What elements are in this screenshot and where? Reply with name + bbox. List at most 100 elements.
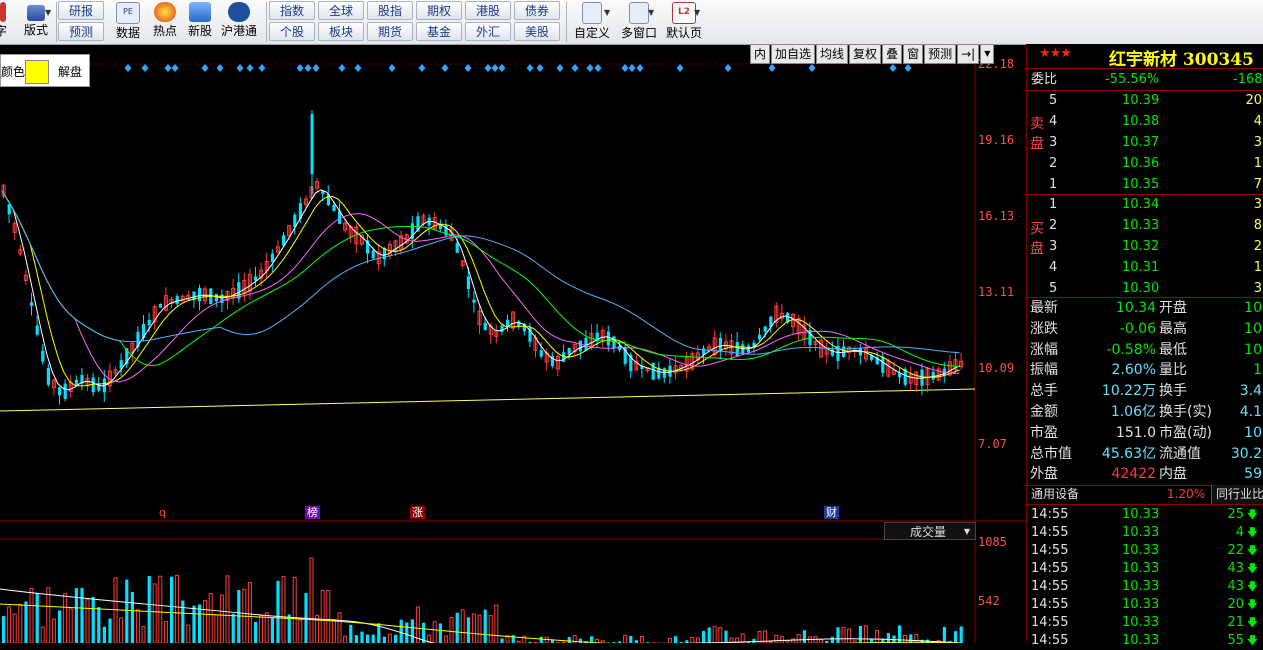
signal-diamond-icon <box>172 64 179 72</box>
level-number: 3 <box>1049 132 1057 153</box>
candle-body <box>719 338 722 351</box>
tick-price: 10.33 <box>1122 560 1159 578</box>
industry-row[interactable]: 通用设备 1.20% 同行业比 <box>1027 485 1263 504</box>
volume-bar <box>321 590 324 643</box>
bond-button[interactable]: 债券 <box>514 1 560 20</box>
volume-bar <box>332 620 335 643</box>
volume-bar <box>276 581 279 643</box>
volume-bar <box>467 617 470 643</box>
volume-bar <box>114 578 117 643</box>
global-button[interactable]: 全球 <box>318 1 364 20</box>
candle-body <box>58 387 61 395</box>
buy-volume: 8 <box>1254 215 1262 236</box>
forex-button[interactable]: 外汇 <box>465 22 511 41</box>
tab-overlay[interactable]: 叠 <box>882 44 902 64</box>
tab-add-watchlist[interactable]: 加自选 <box>771 44 815 64</box>
volume-bar <box>271 618 274 643</box>
industry-compare-button[interactable]: 同行业比 <box>1211 485 1263 504</box>
new-stock-button[interactable]: 新股 <box>184 1 216 43</box>
cut-icon-button[interactable]: 字 <box>0 1 8 43</box>
signal-diamond-icon <box>622 64 629 72</box>
signal-diamond-icon <box>485 64 492 72</box>
volume-bar <box>344 636 347 643</box>
marker-limit-up[interactable]: 涨 <box>410 506 425 519</box>
volume-bar <box>859 626 862 643</box>
stat-label: 换手(实) <box>1159 402 1212 423</box>
volume-bar <box>103 627 106 643</box>
volume-bar <box>153 584 156 643</box>
chevron-down-icon[interactable]: ▼ <box>45 8 51 17</box>
tab-window[interactable]: 窗 <box>903 44 923 64</box>
signal-diamond-icon <box>165 64 172 72</box>
volume-bar <box>444 636 447 643</box>
volume-bar <box>713 627 716 643</box>
price-tick: 13.11 <box>978 285 1014 299</box>
volume-bar <box>209 594 212 643</box>
chevron-down-icon[interactable]: ▼ <box>648 8 654 17</box>
signal-diamond-icon <box>557 64 564 72</box>
tab-forecast[interactable]: 预测 <box>924 44 956 64</box>
hk-connect-button[interactable]: 沪港通 <box>218 1 260 43</box>
tab-inner[interactable]: 内 <box>750 44 770 64</box>
volume-bar <box>909 634 912 643</box>
chevron-down-icon[interactable]: ▼ <box>980 44 994 64</box>
unlock-button[interactable]: 解盘 <box>58 63 82 80</box>
hk-stock-button[interactable]: 港股 <box>465 1 511 20</box>
volume-bar <box>887 633 890 643</box>
us-stock-button[interactable]: 美股 <box>514 22 560 41</box>
research-report-button[interactable]: 研报 <box>58 1 104 20</box>
volume-indicator-select[interactable]: 成交量 ▼ <box>884 522 976 540</box>
tick-volume: 43 <box>1227 560 1244 578</box>
volume-bar <box>136 610 139 643</box>
hot-button[interactable]: 热点 <box>148 1 182 43</box>
signal-diamond-icon <box>217 64 224 72</box>
stat-value: 45.63亿 <box>1102 444 1156 465</box>
volume-bar <box>719 627 722 643</box>
tick-volume: 22 <box>1227 542 1244 560</box>
chevron-down-icon[interactable]: ▼ <box>694 8 700 17</box>
chevron-down-icon[interactable]: ▼ <box>604 8 610 17</box>
forecast-button[interactable]: 预测 <box>58 22 104 41</box>
tab-adjust[interactable]: 复权 <box>849 44 881 64</box>
options-button[interactable]: 期权 <box>416 1 462 20</box>
marker-finance[interactable]: 财 <box>824 506 839 519</box>
index-button[interactable]: 指数 <box>269 1 315 20</box>
tab-moving-average[interactable]: 均线 <box>816 44 848 64</box>
volume-bar <box>691 637 694 643</box>
fund-button[interactable]: 基金 <box>416 22 462 41</box>
candle-body <box>484 323 487 330</box>
stat-row: 最新10.34开盘10 <box>1027 298 1263 319</box>
single-stock-button[interactable]: 个股 <box>269 22 315 41</box>
kline-chart[interactable] <box>0 44 1026 643</box>
candle-body <box>467 277 470 289</box>
pin-icon[interactable]: →| <box>957 44 979 64</box>
volume-bar <box>131 592 134 643</box>
color-popup: 颜色 解盘 <box>0 54 90 87</box>
app-icon <box>0 2 6 22</box>
stock-index-button[interactable]: 股指 <box>367 1 413 20</box>
pe-icon: PE <box>116 2 140 24</box>
quote-panel: ★★★ 红宇新材 300345 委比 -55.56% -168 卖盘 510.3… <box>1026 44 1263 643</box>
marker-q[interactable]: q <box>157 506 168 519</box>
stat-label: 最高 <box>1159 319 1187 340</box>
futures-button[interactable]: 期货 <box>367 22 413 41</box>
stat-label: 金额 <box>1030 402 1058 423</box>
stat-label: 流通值 <box>1159 444 1201 465</box>
volume-bar <box>215 615 218 643</box>
multi-window-button[interactable]: 多窗口 <box>617 1 661 43</box>
volume-bar <box>484 610 487 643</box>
tick-time: 14:55 <box>1031 506 1068 524</box>
volume-bar <box>58 610 61 643</box>
marker-ranking[interactable]: 榜 <box>305 506 320 519</box>
volume-bar <box>282 577 285 643</box>
sell-level-row: 310.373 <box>1027 132 1263 153</box>
volume-bar <box>142 626 145 643</box>
volume-bar <box>540 637 543 643</box>
volume-bar <box>52 619 55 643</box>
support-line <box>0 389 975 411</box>
color-swatch[interactable] <box>25 60 49 84</box>
sector-button[interactable]: 板块 <box>318 22 364 41</box>
webi-diff: -168 <box>1233 69 1263 90</box>
volume-bar <box>960 626 963 643</box>
data-button[interactable]: PE 数据 <box>112 1 144 43</box>
